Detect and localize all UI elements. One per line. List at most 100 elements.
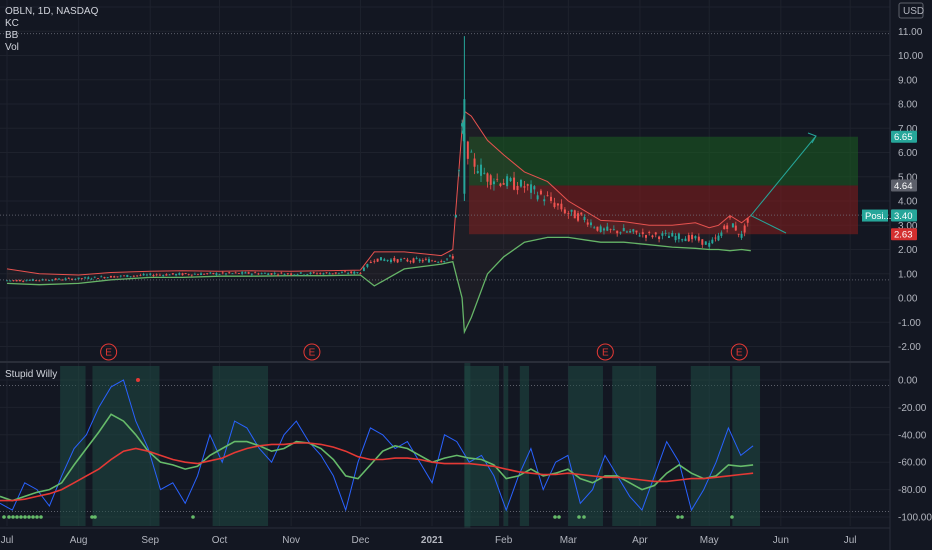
- candle-body: [573, 210, 576, 219]
- candle-body: [312, 272, 315, 274]
- candle-body: [344, 271, 347, 273]
- candle-body: [84, 277, 87, 279]
- time-tick-label: Oct: [212, 535, 228, 546]
- candle-body: [362, 267, 365, 271]
- candle-body: [119, 275, 122, 277]
- candle-body: [629, 230, 632, 233]
- candle-body: [263, 272, 266, 274]
- candle-body: [691, 234, 694, 240]
- candle-body: [570, 209, 573, 212]
- candle-body: [280, 272, 283, 274]
- oversold-dot: [191, 515, 195, 519]
- indicator-vol-label[interactable]: Vol: [5, 42, 19, 53]
- candle-body: [93, 276, 96, 278]
- symbol-legend[interactable]: OBLN, 1D, NASDAQ: [5, 6, 99, 17]
- price-tick-label: 4.00: [898, 197, 918, 208]
- indicator-kc-label[interactable]: KC: [5, 18, 19, 29]
- candle-body: [523, 186, 526, 188]
- candle-body: [231, 273, 234, 275]
- candle-body: [409, 260, 412, 262]
- candle-body: [322, 273, 325, 275]
- candle-body: [560, 203, 563, 210]
- candle-body: [543, 199, 546, 202]
- candle-body: [483, 172, 486, 174]
- candle-body: [6, 280, 8, 282]
- candle-body: [431, 260, 434, 262]
- candle-body: [389, 259, 392, 263]
- candle-body: [583, 216, 586, 220]
- candle-body: [684, 238, 687, 242]
- candle-body: [734, 225, 737, 231]
- candle-body: [396, 259, 399, 263]
- candle-body: [612, 228, 615, 230]
- osc-highlight-zone: [60, 366, 86, 526]
- candle-body: [539, 190, 542, 195]
- candle-body: [645, 235, 648, 238]
- price-chart[interactable]: -2.00-1.000.001.002.003.004.005.006.007.…: [0, 0, 932, 550]
- candle-body: [489, 175, 492, 185]
- candle-body: [337, 272, 340, 274]
- oversold-dot: [730, 515, 734, 519]
- price-tick-label: 6.00: [898, 148, 918, 159]
- candle-body: [250, 273, 253, 275]
- candle-body: [746, 218, 749, 223]
- candle-body: [190, 274, 193, 276]
- price-tick-label: 10.00: [898, 51, 923, 62]
- candle-body: [319, 272, 322, 274]
- candle-body: [193, 273, 196, 275]
- candle-body: [609, 228, 612, 230]
- candle-body: [142, 273, 145, 276]
- oversold-dot: [680, 515, 684, 519]
- indicator-bb-label[interactable]: BB: [5, 30, 19, 41]
- candle-body: [616, 230, 619, 234]
- candle-body: [283, 274, 286, 276]
- candle-body: [654, 232, 657, 235]
- time-tick-label: Apr: [632, 535, 648, 546]
- candle-body: [470, 151, 473, 153]
- price-tick-label: 9.00: [898, 75, 918, 86]
- candle-body: [25, 280, 28, 282]
- earnings-marker-label: E: [105, 348, 112, 359]
- candle-body: [328, 273, 331, 275]
- candle-body: [149, 273, 152, 275]
- candle-body: [356, 272, 359, 274]
- candle-body: [296, 274, 299, 276]
- candle-body: [466, 141, 469, 159]
- candle-body: [418, 259, 421, 262]
- osc-tick-label: -60.00: [898, 458, 927, 469]
- candle-body: [106, 277, 109, 279]
- price-tick-label: 1.00: [898, 269, 918, 280]
- candle-body: [664, 232, 667, 234]
- candle-body: [622, 228, 625, 232]
- candle-body: [234, 272, 237, 274]
- candle-body: [109, 275, 112, 278]
- osc-tick-label: -100.00: [898, 513, 932, 524]
- candle-body: [359, 272, 362, 274]
- time-tick-label: May: [700, 535, 719, 546]
- candle-body: [509, 178, 512, 182]
- oscillator-title[interactable]: Stupid Willy: [5, 369, 57, 380]
- candle-body: [331, 273, 334, 275]
- candle-body: [116, 276, 119, 278]
- candle-body: [502, 183, 505, 185]
- candle-body: [729, 216, 732, 218]
- osc-highlight-zone: [503, 366, 509, 526]
- price-tick-label: 0.00: [898, 294, 918, 305]
- candle-body: [316, 273, 319, 275]
- oversold-dot: [23, 515, 27, 519]
- price-tick-label: 11.00: [898, 27, 923, 38]
- candle-body: [366, 264, 369, 267]
- candle-body: [299, 272, 302, 274]
- time-tick-label: Dec: [352, 535, 370, 546]
- candle-body: [267, 273, 270, 275]
- candle-body: [599, 226, 602, 232]
- candle-body: [48, 280, 51, 282]
- candle-body: [376, 258, 379, 262]
- price-tick-label: -1.00: [898, 318, 921, 329]
- candle-body: [100, 276, 103, 278]
- price-tag-label: 2.63: [894, 230, 913, 241]
- candle-body: [350, 271, 353, 273]
- price-tag-label: 6.65: [894, 132, 913, 143]
- earnings-marker-label: E: [602, 348, 609, 359]
- candle-body: [412, 258, 415, 263]
